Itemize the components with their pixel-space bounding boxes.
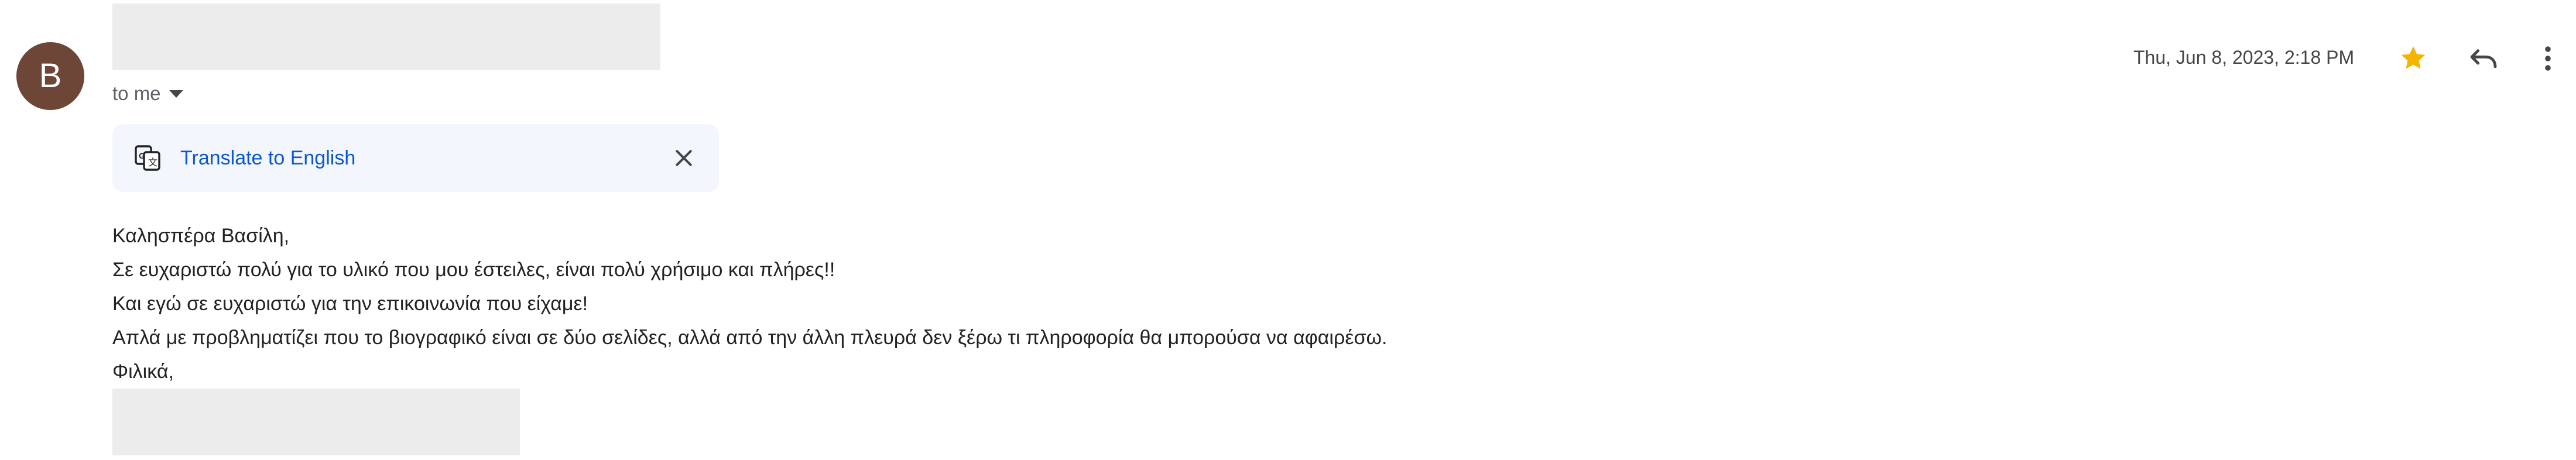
close-icon[interactable] <box>672 146 696 170</box>
caret-down-icon[interactable] <box>169 90 183 98</box>
message-line-greeting: Καλησπέρα Βασίλη, <box>112 225 290 247</box>
reply-icon[interactable] <box>2465 40 2502 77</box>
message-date: Thu, Jun 8, 2023, 2:18 PM <box>2133 47 2355 68</box>
message-line-signoff: Φιλικά, <box>112 361 174 383</box>
message-body: Καλησπέρα Βασίλη, Σε ευχαριστώ πολύ για … <box>112 219 1387 389</box>
svg-text:G: G <box>139 151 145 160</box>
message-line: Και εγώ σε ευχαριστώ για την επικοινωνία… <box>112 293 588 315</box>
star-icon[interactable] <box>2395 40 2432 77</box>
avatar[interactable]: B <box>16 42 84 110</box>
translate-bar: G 文 Translate to English <box>112 124 719 192</box>
signature-redacted <box>112 389 520 455</box>
recipient-details-toggle[interactable]: to me <box>112 82 183 105</box>
svg-text:文: 文 <box>148 157 157 168</box>
message-line: Απλά με προβληματίζει που το βιογραφικό … <box>112 327 1388 349</box>
more-vertical-icon[interactable] <box>2529 40 2567 77</box>
translate-link[interactable]: Translate to English <box>180 145 355 171</box>
recipient-label: to me <box>112 83 161 104</box>
sender-name-redacted <box>112 4 660 70</box>
translate-icon: G 文 <box>133 144 162 172</box>
message-line: Σε ευχαριστώ πολύ για το υλικό που μου έ… <box>112 259 835 281</box>
